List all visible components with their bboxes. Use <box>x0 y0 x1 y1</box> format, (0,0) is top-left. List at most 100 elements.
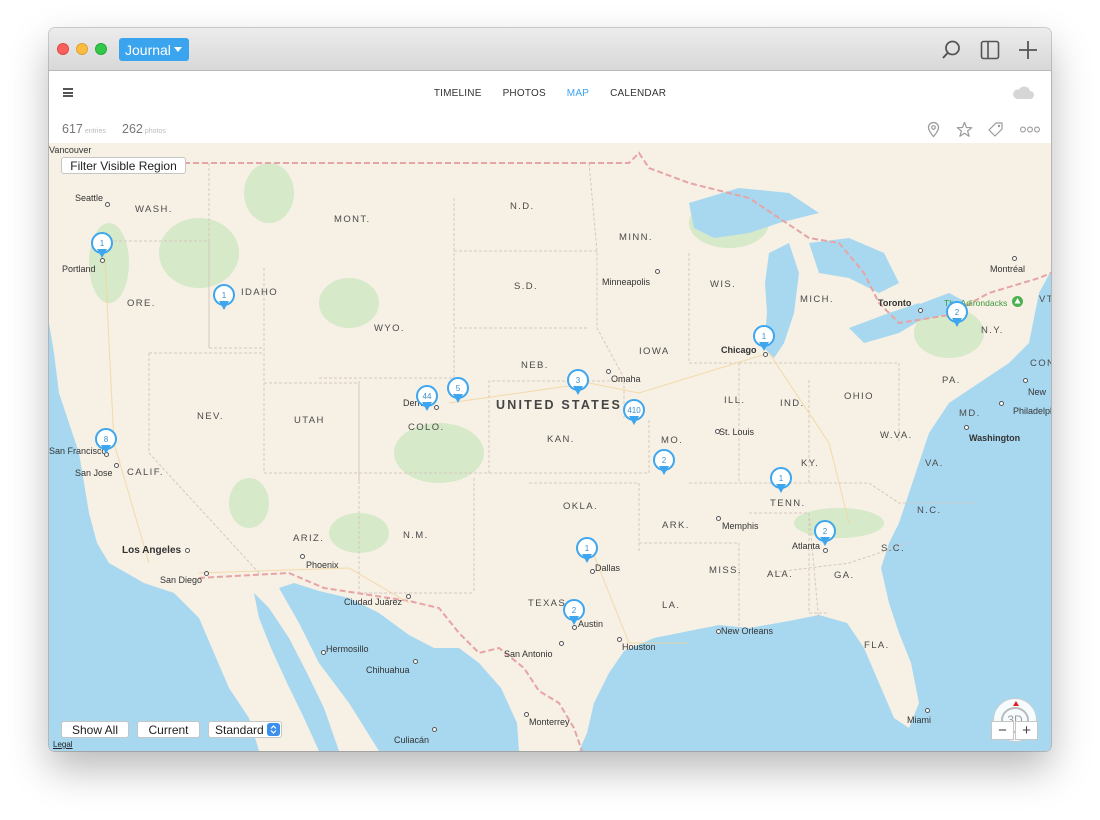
state-label: IDAHO <box>241 287 279 298</box>
state-label: NEB. <box>521 360 549 371</box>
city-dot <box>105 202 110 207</box>
city-label: San Diego <box>160 575 203 585</box>
city-label: St. Louis <box>719 427 755 437</box>
state-label: VT <box>1039 294 1051 305</box>
tab-calendar[interactable]: CALENDAR <box>610 88 666 99</box>
city-label: Houston <box>622 642 656 652</box>
state-label: VA. <box>925 458 944 469</box>
current-location-button[interactable]: Current <box>137 721 200 738</box>
tab-photos[interactable]: PHOTOS <box>503 88 546 99</box>
state-label: ILL. <box>724 395 746 406</box>
city-label: San Jose <box>75 468 113 478</box>
map-pin[interactable]: 2 <box>563 599 585 627</box>
updown-chevron-icon <box>267 723 280 736</box>
legal-link[interactable]: Legal <box>53 740 73 749</box>
city-label: Omaha <box>611 374 641 384</box>
show-all-button[interactable]: Show All <box>61 721 129 738</box>
map-pin[interactable]: 2 <box>653 449 675 477</box>
city-label: Montréal <box>990 264 1026 274</box>
state-label: COLO. <box>408 422 445 433</box>
map-pin[interactable]: 1 <box>576 537 598 565</box>
city-label: Portland <box>62 264 96 274</box>
state-label: GA. <box>834 570 855 581</box>
state-label: MISS. <box>709 565 742 576</box>
city-dot <box>559 641 564 646</box>
state-label: NEV. <box>197 411 224 422</box>
photos-label: photos <box>144 128 166 135</box>
map-pin[interactable]: 1 <box>770 467 792 495</box>
state-label: S.D. <box>514 281 539 292</box>
journal-selector-label: Journal <box>125 41 171 58</box>
view-tabs: TIMELINE PHOTOS MAP CALENDAR <box>49 88 1051 99</box>
city-label: Hermosillo <box>326 644 369 654</box>
city-label: Memphis <box>722 521 759 531</box>
map-pin[interactable]: 5 <box>447 377 469 405</box>
state-label: MINN. <box>619 232 653 243</box>
map-base <box>49 143 1051 751</box>
state-label: UTAH <box>294 415 325 426</box>
map-pin[interactable]: 1 <box>753 325 775 353</box>
state-label: MONT. <box>334 214 371 225</box>
north-arrow-icon <box>1013 701 1019 706</box>
map-pin[interactable]: 2 <box>946 301 968 329</box>
state-label: LA. <box>662 600 681 611</box>
city-label: San Antonio <box>504 649 553 659</box>
map-view[interactable]: WASH. MONT. N.D. MINN. IDAHO ORE. WYO. S… <box>49 143 1051 751</box>
map-pin[interactable]: 410 <box>623 399 645 427</box>
chevron-down-icon <box>174 47 182 52</box>
city-label: Chicago <box>721 345 757 355</box>
minimize-window-button[interactable] <box>76 43 88 55</box>
location-pin-icon[interactable] <box>925 121 942 138</box>
maximize-window-button[interactable] <box>95 43 107 55</box>
state-label: TENN. <box>770 498 806 509</box>
close-window-button[interactable] <box>57 43 69 55</box>
state-label: N.M. <box>403 530 429 541</box>
map-type-selected: Standard <box>215 722 264 737</box>
city-dot <box>413 659 418 664</box>
city-dot <box>300 554 305 559</box>
city-dot <box>999 401 1004 406</box>
city-dot <box>321 650 326 655</box>
cloud-sync-icon[interactable] <box>1011 84 1035 102</box>
map-pin[interactable]: 2 <box>814 520 836 548</box>
map-type-select[interactable]: Standard <box>208 721 282 738</box>
filter-visible-region-button[interactable]: Filter Visible Region <box>61 157 186 174</box>
city-dot <box>716 516 721 521</box>
state-label: IOWA <box>639 346 670 357</box>
state-label: MD. <box>959 408 981 419</box>
photos-stat: 262 photos <box>122 122 166 136</box>
nav-bar: TIMELINE PHOTOS MAP CALENDAR <box>49 71 1051 115</box>
journal-selector-button[interactable]: Journal <box>119 38 189 61</box>
city-dot <box>1012 256 1017 261</box>
city-dot <box>715 429 720 434</box>
city-dot <box>1023 378 1028 383</box>
state-label: ARIZ. <box>293 533 325 544</box>
city-label: Culiacán <box>394 735 430 745</box>
tag-icon[interactable] <box>987 121 1004 138</box>
park-icon <box>1012 296 1023 307</box>
city-label: Vancouver <box>49 145 92 155</box>
city-dot <box>655 269 660 274</box>
more-icon[interactable] <box>1019 121 1041 138</box>
star-icon[interactable] <box>956 121 973 138</box>
map-pin[interactable]: 1 <box>213 284 235 312</box>
state-label: WASH. <box>135 204 173 215</box>
photos-count: 262 <box>122 122 143 136</box>
zoom-out-button[interactable]: − <box>991 721 1014 740</box>
tab-map[interactable]: MAP <box>567 88 589 99</box>
map-pin[interactable]: 44 <box>416 385 438 413</box>
state-label: MICH. <box>800 294 834 305</box>
entries-count: 617 <box>62 122 83 136</box>
sidebar-toggle-icon[interactable] <box>978 38 1002 62</box>
zoom-in-button[interactable]: + <box>1015 721 1038 740</box>
map-pin[interactable]: 3 <box>567 369 589 397</box>
map-pin[interactable]: 8 <box>95 428 117 456</box>
plus-icon[interactable] <box>1016 38 1040 62</box>
state-label: W.VA. <box>880 430 913 441</box>
state-label: WYO. <box>374 323 405 334</box>
city-dot <box>204 571 209 576</box>
city-label: Ciudad Juárez <box>344 597 403 607</box>
map-pin[interactable]: 1 <box>91 232 113 260</box>
tab-timeline[interactable]: TIMELINE <box>434 88 482 99</box>
search-icon[interactable] <box>939 38 963 62</box>
